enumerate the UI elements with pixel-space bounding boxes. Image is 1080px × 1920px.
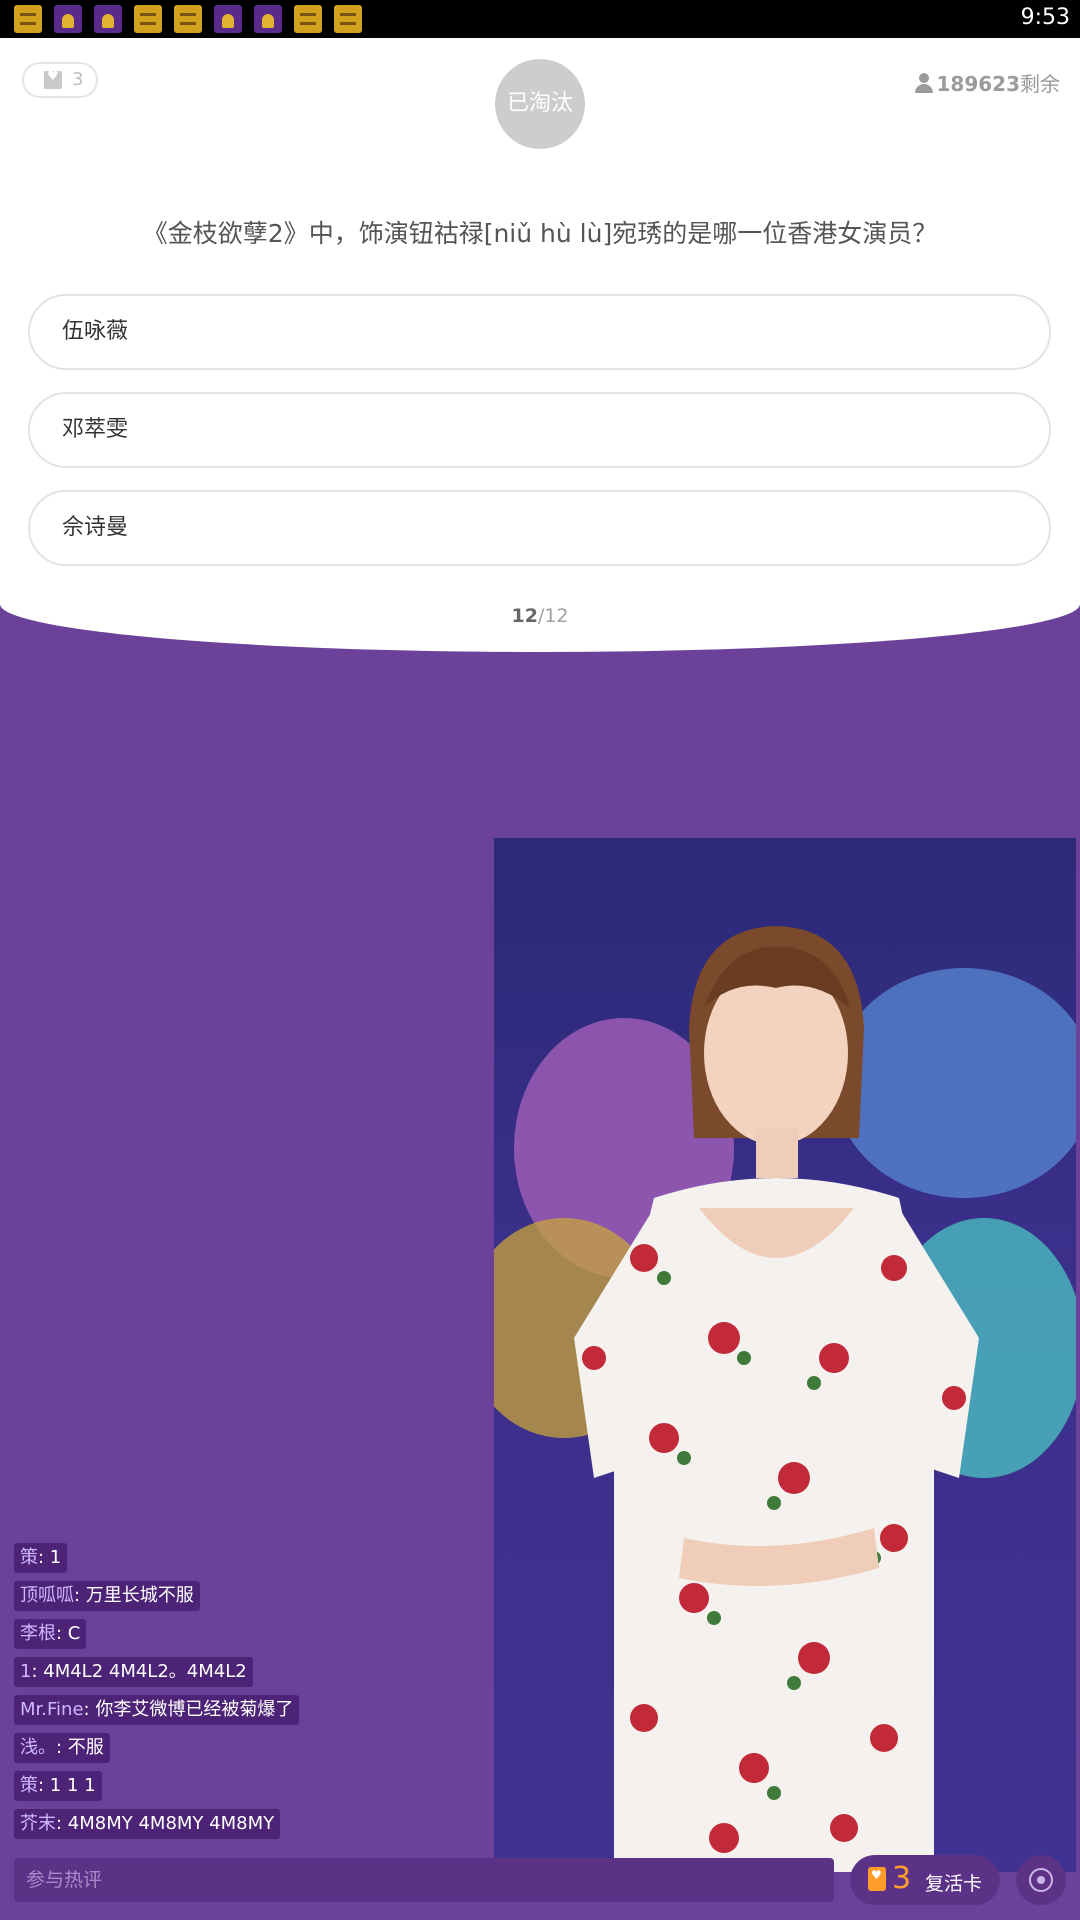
- user-icon: [914, 73, 933, 93]
- comment-user: 策: [20, 1547, 38, 1568]
- chat-comment: 策: 1: [14, 1543, 68, 1573]
- lives-count: 3: [72, 69, 84, 90]
- host-figure: [574, 926, 979, 1872]
- revive-card-icon: [868, 1867, 886, 1891]
- chat-comment: 芥末: 4M8MY 4M8MY 4M8MY: [14, 1809, 281, 1839]
- answer-option-c[interactable]: 佘诗曼: [28, 490, 1051, 566]
- camera-toggle-icon[interactable]: [1016, 1855, 1066, 1905]
- revive-count: 3: [892, 1861, 912, 1896]
- notification-app-icon: [334, 5, 362, 33]
- lives-badge: 3: [22, 62, 98, 98]
- chat-comment: 浅。: 不服: [14, 1733, 110, 1763]
- question-progress: 12/12: [0, 605, 1080, 627]
- heart-icon: [44, 69, 62, 89]
- comment-user: 芥末: [20, 1813, 56, 1834]
- revive-label: 复活卡: [925, 1873, 983, 1895]
- status-bar: 9:53: [0, 0, 1080, 38]
- comment-user: 1: [20, 1661, 32, 1682]
- chat-comment: 1: 4M4L2 4M4L2。4M4L2: [14, 1657, 253, 1687]
- progress-total: /12: [537, 605, 569, 627]
- comment-text: : 不服: [56, 1737, 104, 1758]
- notification-app-icon: [254, 5, 282, 33]
- chat-comment: 李根: C: [14, 1619, 87, 1649]
- answer-option-b[interactable]: 邓萃雯: [28, 392, 1051, 468]
- comment-text: : 万里长城不服: [74, 1585, 194, 1606]
- comment-text: : 1 1 1: [38, 1775, 96, 1796]
- chat-comment: 顶呱呱: 万里长城不服: [14, 1581, 200, 1611]
- comment-text: : C: [56, 1623, 81, 1644]
- remaining-players: 189623剩余: [914, 68, 1060, 97]
- comment-user: 李根: [20, 1623, 56, 1644]
- comment-text: : 1: [38, 1547, 62, 1568]
- eliminated-badge: 已淘汰: [495, 59, 585, 149]
- comment-text: : 你李艾微博已经被菊爆了: [83, 1699, 294, 1720]
- progress-current: 12: [511, 605, 538, 627]
- comment-user: 策: [20, 1775, 38, 1796]
- notification-app-icon: [94, 5, 122, 33]
- chat-comment: 策: 1 1 1: [14, 1771, 102, 1801]
- status-clock: 9:53: [1020, 5, 1070, 30]
- remaining-suffix: 剩余: [1020, 72, 1060, 96]
- notification-app-icon: [214, 5, 242, 33]
- notification-app-icon: [174, 5, 202, 33]
- notification-app-icon: [134, 5, 162, 33]
- revive-card-button[interactable]: 3 复活卡: [850, 1855, 1000, 1905]
- question-card: 3 已淘汰 189623剩余 《金枝欲孽2》中，饰演钮祜禄[niǔ hù lù]…: [0, 38, 1080, 652]
- question-text: 《金枝欲孽2》中，饰演钮祜禄[niǔ hù lù]宛琇的是哪一位香港女演员？: [142, 219, 938, 248]
- comment-text: : 4M4L2 4M4L2。4M4L2: [31, 1661, 247, 1682]
- comment-text: : 4M8MY 4M8MY 4M8MY: [56, 1813, 275, 1834]
- notification-app-icon: [14, 5, 42, 33]
- chat-comment: Mr.Fine: 你李艾微博已经被菊爆了: [14, 1695, 300, 1725]
- notification-app-icon: [54, 5, 82, 33]
- comment-user: Mr.Fine: [20, 1699, 84, 1720]
- host-video: [494, 838, 1076, 1872]
- comment-user: 浅。: [20, 1737, 56, 1758]
- comment-user: 顶呱呱: [20, 1585, 74, 1606]
- comment-input[interactable]: 参与热评: [14, 1858, 834, 1902]
- notification-app-icon: [294, 5, 322, 33]
- remaining-count: 189623: [936, 72, 1021, 96]
- answer-option-a[interactable]: 伍咏薇: [28, 294, 1051, 370]
